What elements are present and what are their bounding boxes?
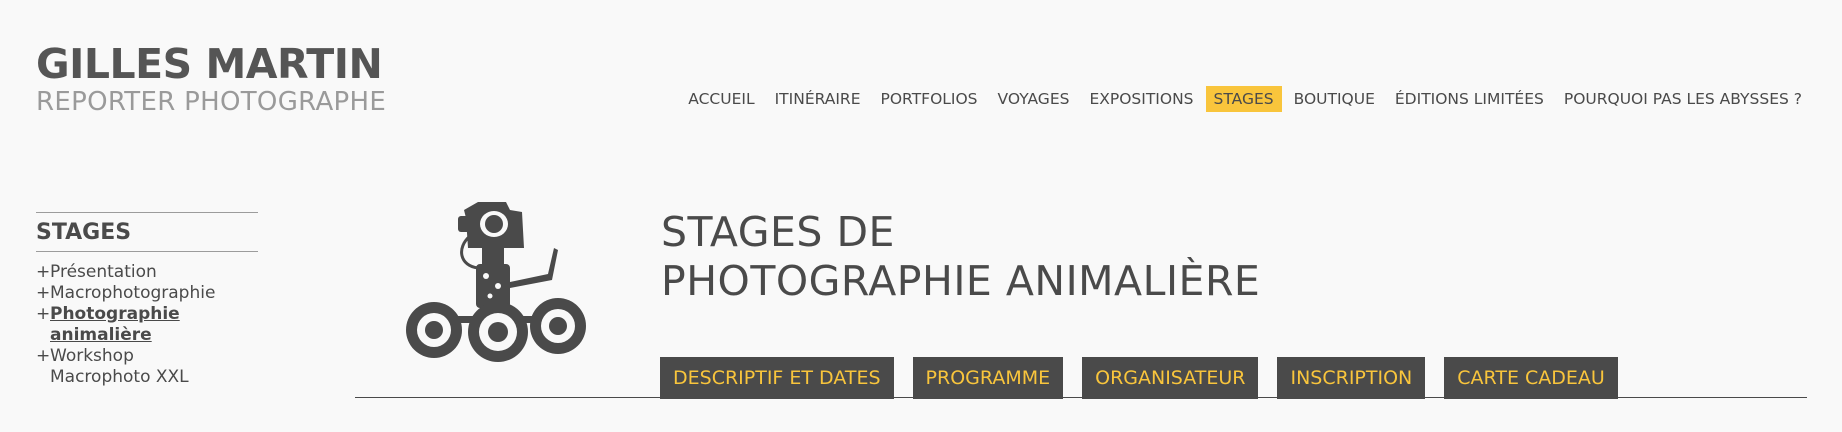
nav-item-itineraire[interactable]: ITINÉRAIRE [767,86,869,112]
sidebar-item-presentation[interactable]: + Présentation [36,262,258,283]
page-title-line2: PHOTOGRAPHIE ANIMALIÈRE [661,257,1261,305]
nav-item-editions-limitees[interactable]: ÉDITIONS LIMITÉES [1387,86,1552,112]
site-subtitle: REPORTER PHOTOGRAPHE [36,87,387,117]
sidebar-item-macrophotographie[interactable]: + Macrophotographie [36,283,258,304]
nav-item-voyages[interactable]: VOYAGES [990,86,1078,112]
page-title: STAGES DE PHOTOGRAPHIE ANIMALIÈRE [661,208,1260,306]
nav-item-portfolios[interactable]: PORTFOLIOS [873,86,986,112]
main-nav: ACCUEIL ITINÉRAIRE PORTFOLIOS VOYAGES EX… [676,86,1810,112]
sidebar-item-workshop[interactable]: + Workshop Macrophoto XXL [36,346,258,388]
nav-item-accueil[interactable]: ACCUEIL [680,86,762,112]
sidebar-title: STAGES [36,220,132,245]
bullet-plus: + [36,304,51,325]
content-divider [355,397,1807,398]
bullet-plus: + [36,262,51,283]
bullet-plus: + [36,346,51,367]
tab-programme[interactable]: PROGRAMME [912,357,1064,399]
sidebar-item-photographie-animaliere[interactable]: + Photographie animalière [36,304,258,346]
nav-item-expositions[interactable]: EXPOSITIONS [1081,86,1201,112]
nav-item-abysses[interactable]: POURQUOI PAS LES ABYSSES ? [1556,86,1810,112]
tab-carte-cadeau[interactable]: CARTE CADEAU [1444,357,1618,399]
tab-descriptif-et-dates[interactable]: DESCRIPTIF ET DATES [660,357,894,399]
site-brand[interactable]: GILLES MARTIN REPORTER PHOTOGRAPHE [36,44,387,117]
sidebar-item-label[interactable]: Workshop Macrophoto XXL [50,346,189,388]
nav-item-stages[interactable]: STAGES [1205,86,1282,112]
sidebar-item-label[interactable]: Présentation [50,262,157,283]
section-tabs: DESCRIPTIF ET DATES PROGRAMME ORGANISATE… [660,357,1637,399]
page-title-line1: STAGES DE [661,208,895,256]
tab-organisateur[interactable]: ORGANISATEUR [1082,357,1259,399]
sidebar-item-label[interactable]: Photographie animalière [50,304,258,346]
site-title[interactable]: GILLES MARTIN [36,44,386,85]
camera-robot-rover-icon [398,196,598,372]
tab-inscription[interactable]: INSCRIPTION [1277,357,1426,399]
bullet-plus: + [36,283,51,304]
sidebar-item-label[interactable]: Macrophotographie [50,283,215,304]
sidebar: STAGES + Présentation + Macrophotographi… [36,212,258,388]
sidebar-title-divider [36,251,258,253]
sidebar-list: + Présentation + Macrophotographie + Pho… [36,262,258,388]
nav-item-boutique[interactable]: BOUTIQUE [1286,86,1383,112]
